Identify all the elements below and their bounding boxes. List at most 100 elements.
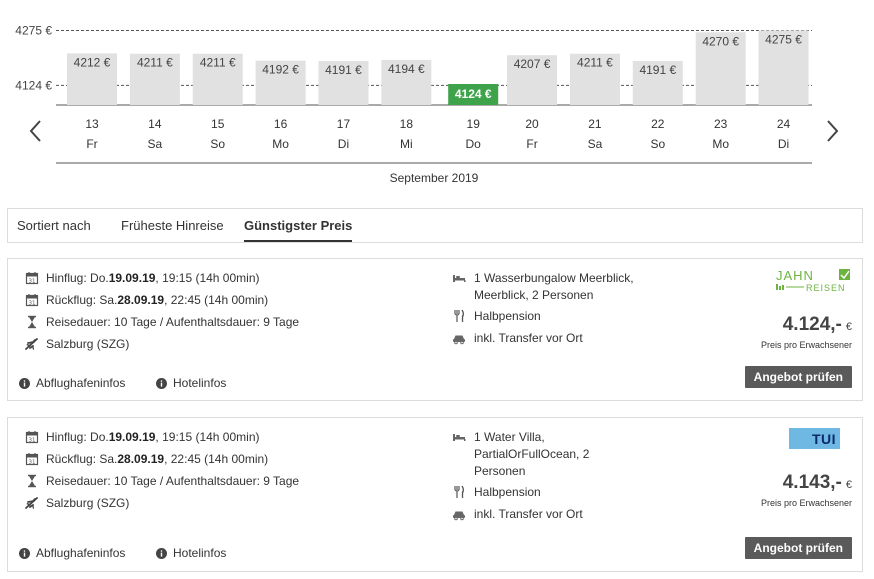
day-label: 24 [777, 117, 791, 131]
month-label: September 2019 [390, 171, 479, 185]
return-flight-row: 31 Rückflug: Sa. 28.09.19, 22:45 (14h 00… [25, 293, 268, 307]
svg-text:31: 31 [29, 279, 36, 285]
day-label: 15 [211, 117, 225, 131]
transfer-row: inkl. Transfer vor Ort [452, 506, 583, 523]
day-label: 20 [525, 117, 539, 131]
weekday-label: So [210, 137, 225, 151]
cutlery-icon [452, 309, 466, 323]
check-offer-button[interactable]: Angebot prüfen [744, 366, 852, 388]
outbound-flight-row: 31 Hinflug: Do. 19.09.19, 19:15 (14h 00m… [25, 271, 259, 285]
bed-icon [452, 430, 466, 444]
operator-logo: JAHN REISEN [776, 268, 852, 294]
airport-info-label: Abflughafeninfos [36, 376, 126, 390]
outbound-date: 19.09.19 [108, 271, 156, 285]
info-icon [156, 377, 167, 389]
calendar-next-arrow[interactable] [822, 117, 842, 145]
weekday-label: Sa [148, 137, 163, 151]
calendar-icon: 31 [25, 452, 39, 466]
board-type: Halbpension [474, 485, 541, 499]
duration-row: Reisedauer: 10 Tage / Aufenthaltsdauer: … [25, 474, 299, 488]
price-amount: 4.124,- [782, 314, 842, 335]
duration-row: Reisedauer: 10 Tage / Aufenthaltsdauer: … [25, 315, 299, 329]
day-label: 16 [274, 117, 288, 131]
price-bar-label: 4191 € [325, 63, 362, 77]
outbound-flight-row: 31 Hinflug: Do. 19.09.19, 19:15 (14h 00m… [25, 430, 259, 444]
return-date: 28.09.19 [117, 293, 165, 307]
price-bar-label: 4191 € [639, 63, 676, 77]
departure-airport: Salzburg (SZG) [46, 496, 130, 510]
transfer-row: inkl. Transfer vor Ort [452, 330, 583, 347]
svg-text:31: 31 [29, 301, 36, 307]
price-per-adult-note: Preis pro Erwachsener [760, 498, 852, 508]
outbound-time: , 19:15 (14h 00min) [155, 430, 260, 444]
bed-icon [452, 271, 466, 285]
sort-option-earliest[interactable]: Früheste Hinreise [121, 209, 244, 242]
svg-text:JAHN: JAHN [776, 268, 814, 283]
svg-text:31: 31 [29, 438, 36, 444]
hotel-info-link[interactable]: Hotelinfos [156, 376, 226, 390]
price-currency: € [845, 479, 852, 491]
return-date: 28.09.19 [117, 452, 165, 466]
operator-logo: TUI [789, 428, 840, 449]
return-prefix: Rückflug: Sa. [46, 452, 118, 466]
day-label: 17 [337, 117, 351, 131]
sort-option-cheapest[interactable]: Günstigster Preis [244, 209, 353, 242]
day-label: 21 [588, 117, 602, 131]
weekday-label: Mo [712, 137, 729, 151]
price-currency: € [845, 321, 852, 333]
price-bar-label: 4207 € [514, 57, 551, 71]
y-tick-label: 4275 € [15, 23, 52, 37]
price-bar-label: 4124 € [455, 87, 492, 101]
price-calendar-chart: 4275 € 4124 € 4212 € 13 Fr 4211 € 14 Sa 4211 € 15… [0, 0, 874, 195]
airport-info-link[interactable]: Abflughafeninfos [19, 376, 125, 390]
hotel-info-label: Hotelinfos [173, 546, 227, 560]
weekday-label: Mi [400, 137, 413, 151]
day-label: 13 [85, 117, 99, 131]
weekday-label: Mo [272, 137, 289, 151]
hotel-info-label: Hotelinfos [173, 376, 227, 390]
hotel-info-link[interactable]: Hotelinfos [156, 546, 226, 560]
sort-bar: Sortiert nach Früheste Hinreise Günstigs… [7, 208, 863, 243]
outbound-prefix: Hinflug: Do. [46, 430, 109, 444]
check-offer-button[interactable]: Angebot prüfen [744, 537, 852, 559]
airplane-icon [25, 496, 39, 510]
y-tick-label: 4124 € [15, 78, 52, 92]
board-row: Halbpension [452, 484, 541, 501]
offer-price: 4.124,- € [783, 314, 852, 336]
price-per-adult-note: Preis pro Erwachsener [760, 340, 852, 350]
chevron-left-icon [29, 120, 41, 142]
offer-card: 31 Hinflug: Do. 19.09.19, 19:15 (14h 00m… [7, 258, 863, 401]
price-bar-label: 4192 € [262, 63, 299, 77]
weekday-label: Fr [86, 137, 97, 151]
price-bar-label: 4270 € [702, 34, 739, 48]
calendar-prev-arrow[interactable] [26, 117, 46, 145]
return-time: , 22:45 (14h 00min) [164, 452, 269, 466]
calendar-icon: 31 [25, 430, 39, 444]
weekday-label: So [650, 137, 665, 151]
price-bar-label: 4194 € [388, 62, 425, 76]
return-flight-row: 31 Rückflug: Sa. 28.09.19, 22:45 (14h 00… [25, 452, 268, 466]
day-label: 22 [651, 117, 665, 131]
airport-info-link[interactable]: Abflughafeninfos [19, 546, 125, 560]
price-bar-label: 4212 € [74, 55, 111, 69]
price-bar-label: 4275 € [765, 32, 802, 46]
weekday-label: Sa [588, 137, 603, 151]
day-label: 14 [148, 117, 162, 131]
duration-text: Reisedauer: 10 Tage / Aufenthaltsdauer: … [46, 474, 300, 488]
board-row: Halbpension [452, 308, 541, 325]
weekday-label: Do [466, 137, 482, 151]
price-bar-label: 4211 € [137, 56, 173, 70]
weekday-label: Di [778, 137, 789, 151]
chevron-right-icon [827, 120, 839, 142]
hourglass-icon [25, 474, 39, 488]
day-label: 18 [400, 117, 414, 131]
outbound-prefix: Hinflug: Do. [46, 271, 109, 285]
car-icon [452, 331, 466, 345]
calendar-icon: 31 [25, 271, 39, 285]
price-bar-label: 4211 € [200, 56, 236, 70]
weekday-label: Di [338, 137, 349, 151]
day-label: 19 [467, 117, 481, 131]
room-description: 1 Wasserbungalow Meerblick, Meerblick, 2… [474, 271, 634, 302]
offer-card: 31 Hinflug: Do. 19.09.19, 19:15 (14h 00m… [7, 417, 863, 572]
sort-label: Sortiert nach [17, 218, 91, 233]
